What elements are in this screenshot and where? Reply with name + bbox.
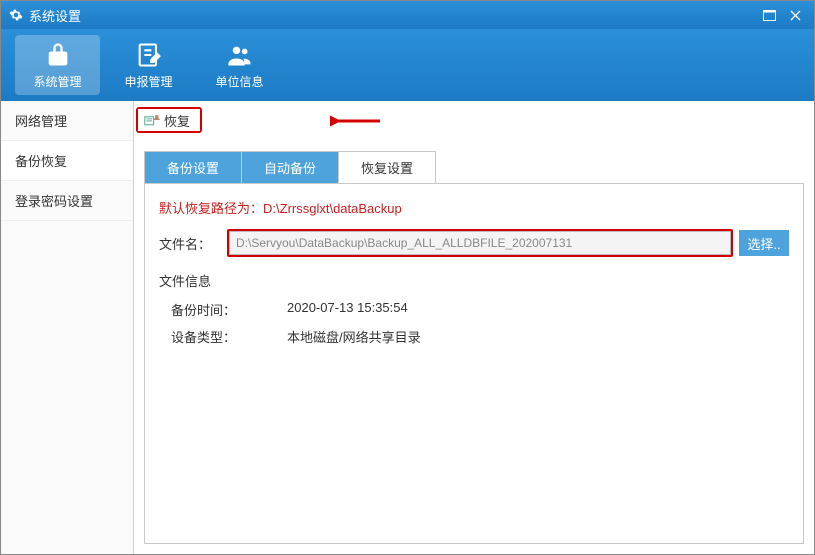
device-type-row: 设备类型： 本地磁盘/网络共享目录 [159, 327, 789, 346]
document-edit-icon [135, 41, 163, 69]
titlebar: 系统设置 [1, 1, 814, 29]
maximize-icon[interactable] [758, 7, 780, 23]
file-label: 文件名： [159, 234, 227, 253]
toolbar-report-management[interactable]: 申报管理 [106, 35, 191, 95]
sidebar-item-network-management[interactable]: 网络管理 [1, 101, 133, 141]
tab-backup-settings[interactable]: 备份设置 [144, 151, 242, 183]
restore-button[interactable]: 恢复 [138, 109, 200, 131]
toolbar-label: 系统管理 [33, 73, 81, 90]
lock-icon [44, 41, 72, 69]
window-title: 系统设置 [29, 6, 754, 25]
toolbar-label: 申报管理 [124, 73, 172, 90]
file-input-cell [229, 235, 731, 250]
restore-icon [144, 113, 160, 127]
device-type-value: 本地磁盘/网络共享目录 [287, 327, 421, 346]
toolbar-unit-info[interactable]: 单位信息 [197, 35, 282, 95]
tab-auto-backup[interactable]: 自动备份 [242, 151, 339, 183]
default-restore-path: 默认恢复路径为：D:\Zrrssglxt\dataBackup [159, 198, 789, 217]
file-row: 文件名： 选择.. [159, 229, 789, 257]
device-type-label: 设备类型： [171, 327, 287, 346]
body: 网络管理 备份恢复 登录密码设置 恢复 备份设置 [1, 101, 814, 554]
toolbar: 系统管理 申报管理 单位信息 [1, 29, 814, 101]
gear-icon [9, 8, 23, 22]
file-name-input[interactable] [229, 231, 731, 255]
restore-highlight: 恢复 [136, 107, 202, 133]
restore-button-label: 恢复 [164, 111, 190, 130]
browse-button[interactable]: 选择.. [739, 230, 789, 256]
file-info-title: 文件信息 [159, 271, 789, 290]
file-input-highlight [227, 229, 733, 257]
sidebar-item-backup-restore[interactable]: 备份恢复 [1, 141, 133, 181]
restore-panel: 默认恢复路径为：D:\Zrrssglxt\dataBackup 文件名： 选择.… [144, 184, 804, 544]
backup-time-value: 2020-07-13 15:35:54 [287, 300, 408, 319]
sidebar: 网络管理 备份恢复 登录密码设置 [1, 101, 134, 554]
restore-bar: 恢复 [134, 101, 814, 139]
default-path-value: D:\Zrrssglxt\dataBackup [263, 201, 402, 216]
backup-time-label: 备份时间： [171, 300, 287, 319]
backup-time-row: 备份时间： 2020-07-13 15:35:54 [159, 300, 789, 319]
window: 系统设置 系统管理 申报管理 单位信息 网络管理 备份恢复 登录密码设置 [0, 0, 815, 555]
tabs: 备份设置 自动备份 恢复设置 [144, 151, 804, 184]
toolbar-system-management[interactable]: 系统管理 [15, 35, 100, 95]
users-icon [226, 41, 254, 69]
tab-restore-settings[interactable]: 恢复设置 [339, 151, 436, 183]
sidebar-item-login-password[interactable]: 登录密码设置 [1, 181, 133, 221]
default-path-prefix: 默认恢复路径为： [159, 201, 263, 216]
close-icon[interactable] [784, 7, 806, 23]
toolbar-label: 单位信息 [215, 73, 263, 90]
content: 恢复 备份设置 自动备份 恢复设置 默认恢复路径为：D:\Zrrssglxt\d… [134, 101, 814, 554]
